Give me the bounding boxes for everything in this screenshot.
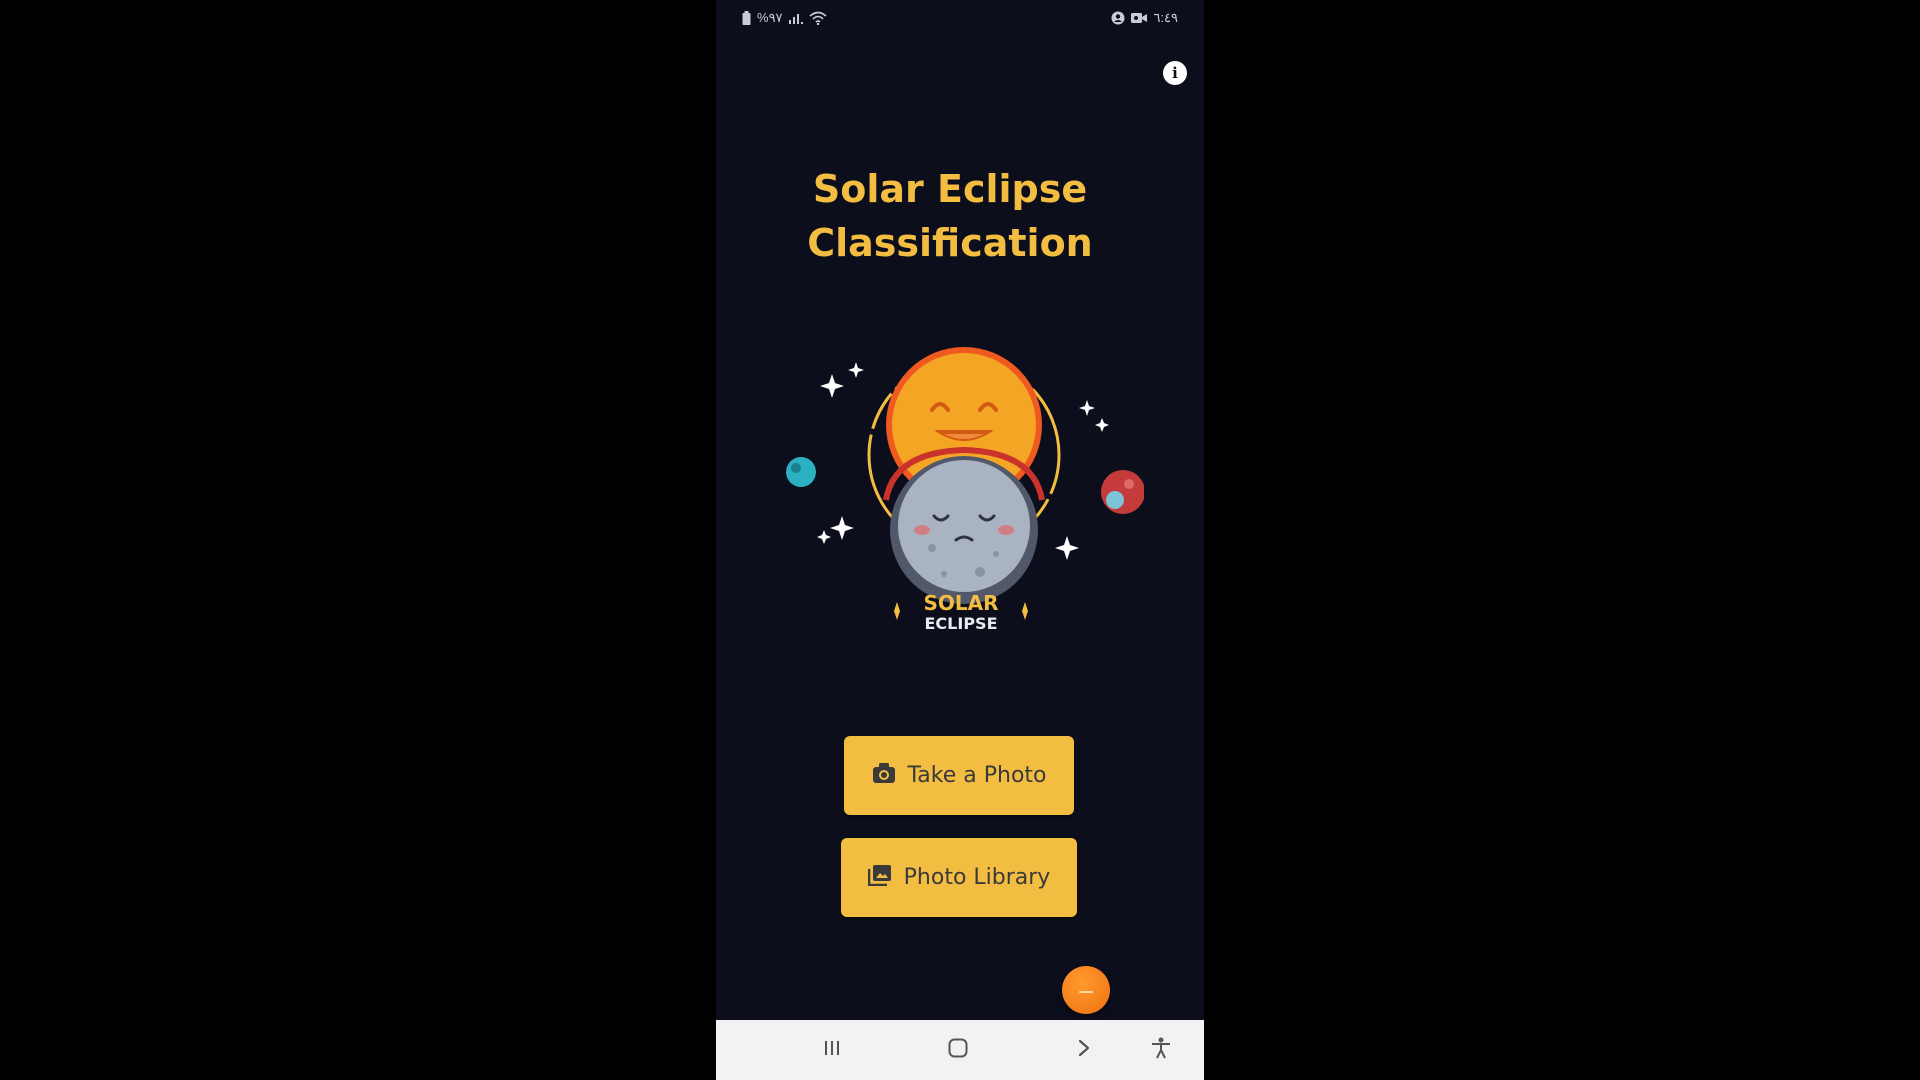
photo-library-label: Photo Library bbox=[903, 865, 1051, 890]
status-time: ٦:٤٩ bbox=[1153, 10, 1178, 25]
accessibility-button[interactable] bbox=[1145, 1034, 1177, 1066]
badge-star-right bbox=[1022, 602, 1028, 620]
badge-star-left bbox=[894, 602, 900, 620]
screen-recording-frame: %٩٧ ٦:٤٩ i Solar Eclipse Classification … bbox=[0, 0, 1920, 1080]
badge-line-2: ECLIPSE bbox=[925, 614, 998, 633]
signal-icon bbox=[788, 12, 803, 24]
solar-eclipse-illustration: SOLAR ECLIPSE bbox=[786, 347, 1144, 633]
fab-icon bbox=[1079, 983, 1093, 997]
title-line-2: Classification bbox=[807, 221, 1093, 265]
home-icon bbox=[948, 1038, 968, 1063]
badge-line-1: SOLAR bbox=[923, 591, 998, 615]
photo-library-button[interactable]: Photo Library bbox=[841, 838, 1077, 917]
floating-action-button[interactable] bbox=[1062, 966, 1110, 1014]
page-title: Solar Eclipse Classification bbox=[716, 162, 1184, 270]
title-line-1: Solar Eclipse bbox=[812, 167, 1088, 211]
recent-apps-icon bbox=[823, 1039, 841, 1062]
video-record-icon bbox=[1131, 12, 1148, 24]
info-icon: i bbox=[1172, 64, 1178, 82]
red-planet-icon bbox=[1101, 470, 1144, 514]
info-button[interactable]: i bbox=[1163, 61, 1187, 85]
account-icon bbox=[1111, 11, 1125, 25]
wifi-icon bbox=[809, 11, 827, 25]
battery-percent: %٩٧ bbox=[757, 10, 783, 25]
status-bar: %٩٧ ٦:٤٩ bbox=[716, 0, 1204, 36]
status-bar-left: %٩٧ bbox=[742, 10, 827, 26]
battery-icon bbox=[742, 11, 751, 25]
take-photo-button[interactable]: Take a Photo bbox=[844, 736, 1074, 815]
recent-apps-button[interactable] bbox=[816, 1034, 848, 1066]
take-photo-label: Take a Photo bbox=[907, 763, 1047, 788]
home-button[interactable] bbox=[942, 1034, 974, 1066]
camera-icon bbox=[872, 762, 896, 790]
teal-planet-icon bbox=[786, 457, 816, 487]
phone-screen: %٩٧ ٦:٤٩ i Solar Eclipse Classification … bbox=[716, 0, 1204, 1080]
back-button[interactable] bbox=[1068, 1034, 1100, 1066]
system-nav-bar bbox=[716, 1020, 1204, 1080]
back-icon bbox=[1077, 1039, 1091, 1062]
accessibility-icon bbox=[1151, 1037, 1171, 1064]
status-bar-right: ٦:٤٩ bbox=[1111, 10, 1178, 26]
image-icon bbox=[867, 864, 892, 892]
